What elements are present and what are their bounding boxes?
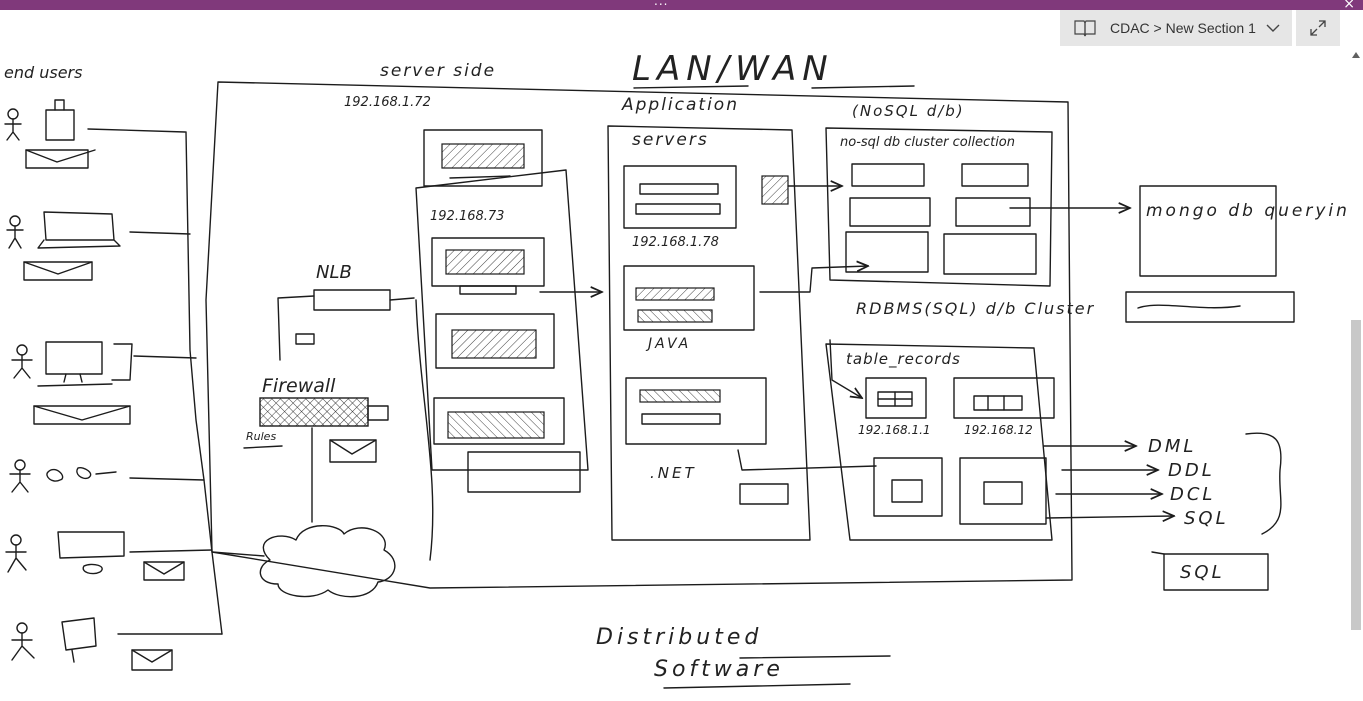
rdbms-label: RDBMS(SQL) d/b Cluster [856, 299, 1095, 318]
server-box [623, 165, 737, 229]
user-bus-line [185, 131, 223, 635]
server-ip-label: 192.168.1.72 [344, 95, 431, 110]
nlb-node [295, 333, 315, 345]
glasses-device [46, 466, 117, 482]
nlb-box [313, 289, 391, 311]
tablet-device [57, 531, 125, 559]
sql-command-label: SQL [1184, 508, 1229, 529]
db-node [851, 163, 925, 187]
java-label: JAVA [645, 336, 691, 352]
end-users-label: end users [4, 63, 82, 82]
table-records-label: table_records [846, 350, 961, 369]
scroll-up-icon[interactable] [1352, 52, 1360, 58]
user-figure [4, 108, 22, 141]
sketch-title: LAN/WAN [632, 49, 834, 89]
dotnet-label: .NET [650, 464, 697, 482]
server-side-label: server side [380, 61, 496, 81]
user-figure [6, 215, 24, 249]
ip-78-label: 192.168.1.78 [632, 235, 719, 250]
dml-label: DML [1148, 436, 1196, 457]
dcl-label: DCL [1170, 484, 1215, 505]
application-label: Application [621, 95, 739, 115]
mongo-label: mongo db querying [1146, 201, 1346, 221]
title-bar-grip[interactable]: ... [654, 0, 668, 8]
firewall-label: Firewall [262, 375, 336, 397]
db-node [955, 197, 1031, 227]
sql-box-label: SQL [1180, 562, 1225, 583]
ddl-label: DDL [1168, 460, 1215, 481]
ink-canvas[interactable]: LAN/WAN end users server side 192.168.1.… [0, 10, 1346, 701]
ip-73-label: 192.168.73 [430, 209, 504, 224]
db-node [865, 377, 927, 419]
dotnet-server-box [625, 377, 767, 445]
mail-envelope [25, 149, 89, 169]
db-node [943, 233, 1037, 275]
nosql-db-label: (NoSQL d/b) [852, 102, 965, 120]
rdbms-cluster-group [825, 343, 1053, 541]
servers-label: servers [632, 130, 709, 150]
mail-envelope [23, 261, 93, 281]
user-figure [11, 344, 33, 379]
internet-cloud [259, 525, 396, 598]
scrollbar-thumb[interactable] [1351, 320, 1361, 630]
ip-12-label: 192.168.12 [964, 423, 1033, 437]
user-figure [5, 534, 27, 573]
user-figure [11, 622, 35, 661]
mail-envelope [33, 405, 131, 425]
desktop-monitor [45, 341, 103, 375]
sql-arrow [1045, 516, 1174, 518]
nosql-cluster-label: no-sql db cluster collection [840, 135, 1015, 150]
sql-commands-brace [1245, 432, 1282, 535]
mobile-device [45, 109, 75, 141]
laptop-device [37, 211, 121, 249]
distributed-label: Distributed [596, 625, 762, 650]
db-node [959, 457, 1047, 525]
desktop-tower [111, 343, 133, 381]
mail-envelope [143, 561, 185, 581]
db-node [873, 457, 943, 517]
rules-label: Rules [246, 430, 276, 443]
vertical-scrollbar[interactable] [1349, 48, 1363, 701]
phone-device [61, 617, 97, 663]
end-users-group [4, 99, 223, 671]
software-label: Software [654, 657, 784, 682]
nlb-label: NLB [316, 262, 352, 283]
server-box [467, 451, 581, 493]
user-figure [9, 459, 31, 493]
db-node [849, 197, 931, 227]
db-node [961, 163, 1029, 187]
dotnet-node [739, 483, 789, 505]
nosql-cluster-group [825, 127, 1053, 287]
mongo-box [1139, 185, 1277, 277]
ip-11-label: 192.168.1.1 [858, 423, 931, 437]
title-bar: ... × [0, 0, 1363, 12]
